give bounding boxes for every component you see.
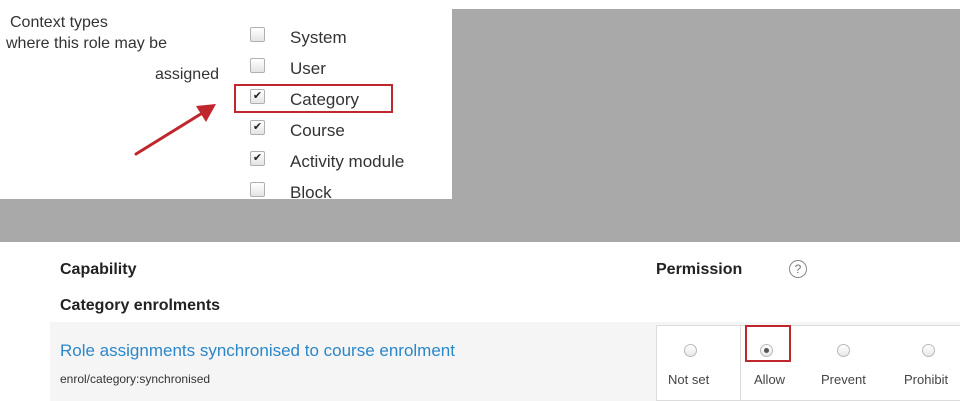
- context-item-label: System: [290, 28, 347, 47]
- context-label-line2: where this role may be: [6, 35, 167, 52]
- context-item-label: Course: [290, 121, 345, 140]
- radio-prevent[interactable]: [837, 344, 850, 357]
- red-arrow-icon: [134, 104, 216, 156]
- context-item-label: Block: [290, 183, 332, 202]
- option-label-prohibit: Prohibit: [904, 372, 949, 387]
- option-label-prevent: Prevent: [821, 372, 866, 387]
- radio-prohibit[interactable]: [922, 344, 935, 357]
- context-types-label: Context types where this role may be ass…: [6, 12, 219, 85]
- permission-header: Permission: [656, 261, 743, 278]
- option-divider: [740, 325, 741, 401]
- context-label-line1: Context types: [10, 14, 108, 31]
- backdrop-grey-band: [0, 199, 960, 242]
- context-label-line3: assigned: [154, 66, 219, 83]
- backdrop-grey-top: [452, 9, 960, 209]
- checkbox-course[interactable]: ✔: [250, 120, 265, 135]
- question-circle-icon[interactable]: ?: [789, 260, 807, 278]
- capability-identifier: enrol/category:synchronised: [60, 372, 211, 386]
- category-highlight-box: [234, 84, 393, 113]
- option-label-not-set: Not set: [668, 372, 710, 387]
- option-label-allow: Allow: [754, 372, 786, 387]
- allow-highlight-box: [745, 325, 791, 362]
- checkbox-block[interactable]: [250, 182, 265, 197]
- section-title: Category enrolments: [60, 297, 221, 314]
- context-item-label: User: [290, 59, 326, 78]
- permission-options: Not set Allow Prevent Prohibit: [656, 325, 960, 401]
- checkbox-user[interactable]: [250, 58, 265, 73]
- capability-header: Capability: [60, 261, 137, 278]
- capability-link[interactable]: Role assignments synchronised to course …: [60, 341, 455, 361]
- context-item-label: Activity module: [290, 152, 405, 171]
- radio-not-set[interactable]: [684, 344, 697, 357]
- checkbox-activity-module[interactable]: ✔: [250, 151, 265, 166]
- checkbox-system[interactable]: [250, 27, 265, 42]
